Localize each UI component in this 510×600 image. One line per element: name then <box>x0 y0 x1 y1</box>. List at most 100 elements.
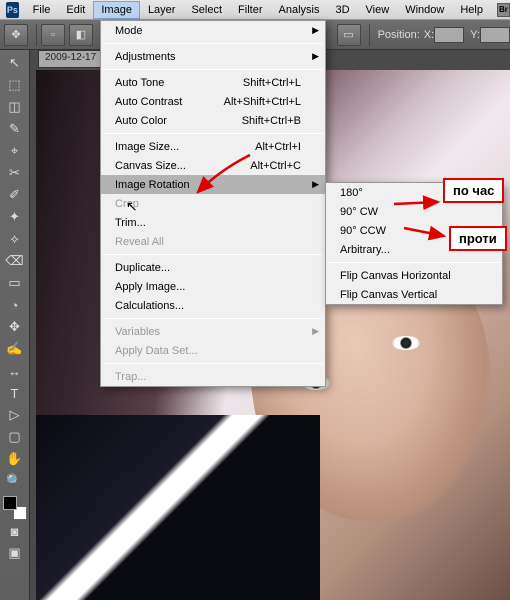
quick-mask-icon[interactable]: ◙ <box>3 520 27 542</box>
menu-item-trap: Trap... <box>101 367 325 386</box>
bridge-icon[interactable]: Br <box>497 3 510 17</box>
foreground-color-swatch[interactable] <box>3 496 17 510</box>
menu-item-duplicate[interactable]: Duplicate... <box>101 258 325 277</box>
menu-3d[interactable]: 3D <box>327 1 357 19</box>
tools-panel: ↖⬚◫✎⌖✂✐✦⟡⌫▭◔✥✍↔T▷▢✋🔍 ◙ ▣ <box>0 50 30 600</box>
menu-item-image-rotation[interactable]: Image Rotation ▶ <box>101 175 325 194</box>
document-tab[interactable]: 2009-12-17 <box>38 50 103 68</box>
menu-item-label: Auto Contrast <box>115 96 182 108</box>
menu-separator <box>103 69 323 70</box>
menu-item-label: Variables <box>115 326 160 338</box>
image-menu-dropdown: Mode▶Adjustments▶Auto ToneShift+Ctrl+LAu… <box>100 20 326 387</box>
tool-2[interactable]: ◫ <box>3 96 27 118</box>
tool-19[interactable]: 🔍 <box>3 470 27 492</box>
menu-item-flip-canvas-horizontal[interactable]: Flip Canvas Horizontal <box>326 266 502 285</box>
tool-0[interactable]: ↖ <box>3 52 27 74</box>
menu-separator <box>103 133 323 134</box>
menu-item-label: Adjustments <box>115 51 176 63</box>
position-y-input[interactable] <box>480 27 510 43</box>
menu-item-shortcut: Alt+Ctrl+I <box>255 141 301 153</box>
tool-15[interactable]: T <box>3 382 27 404</box>
app-icon: Ps <box>6 2 19 18</box>
tool-16[interactable]: ▷ <box>3 404 27 426</box>
tool-6[interactable]: ✐ <box>3 184 27 206</box>
menu-window[interactable]: Window <box>397 1 452 19</box>
tool-11[interactable]: ◔ <box>3 294 27 316</box>
menu-item-trim[interactable]: Trim... <box>101 213 325 232</box>
menu-item-flip-canvas-vertical[interactable]: Flip Canvas Vertical <box>326 285 502 304</box>
menu-item-label: Apply Image... <box>115 281 185 293</box>
menu-layer[interactable]: Layer <box>140 1 184 19</box>
tool-18[interactable]: ✋ <box>3 448 27 470</box>
menu-file[interactable]: File <box>25 1 59 19</box>
tool-10[interactable]: ▭ <box>3 272 27 294</box>
tool-9[interactable]: ⌫ <box>3 250 27 272</box>
menu-item-label: Reveal All <box>115 236 164 248</box>
menu-item-variables: Variables ▶ <box>101 322 325 341</box>
menu-select[interactable]: Select <box>183 1 230 19</box>
menu-filter[interactable]: Filter <box>230 1 270 19</box>
menu-item-label: Canvas Size... <box>115 160 186 172</box>
submenu-arrow-icon: ▶ <box>312 25 319 36</box>
menu-item-label: Auto Color <box>115 115 167 127</box>
menu-item-auto-contrast[interactable]: Auto ContrastAlt+Shift+Ctrl+L <box>101 92 325 111</box>
menu-item-label: Duplicate... <box>115 262 170 274</box>
annotation-ccw: проти <box>449 226 507 251</box>
tool-8[interactable]: ⟡ <box>3 228 27 250</box>
tool-13[interactable]: ✍ <box>3 338 27 360</box>
menu-analysis[interactable]: Analysis <box>271 1 328 19</box>
menu-item-label: Flip Canvas Vertical <box>340 289 437 301</box>
menu-item-reveal-all: Reveal All <box>101 232 325 251</box>
tool-1[interactable]: ⬚ <box>3 74 27 96</box>
menu-separator <box>103 43 323 44</box>
menu-item-label: Calculations... <box>115 300 184 312</box>
menu-item-adjustments[interactable]: Adjustments▶ <box>101 47 325 66</box>
color-swatches[interactable] <box>3 496 27 520</box>
menu-item-label: Flip Canvas Horizontal <box>340 270 451 282</box>
annotation-cw: по час <box>443 178 504 203</box>
x-label: X: <box>424 29 434 41</box>
menu-view[interactable]: View <box>358 1 398 19</box>
tool-12[interactable]: ✥ <box>3 316 27 338</box>
menu-item-label: Auto Tone <box>115 77 164 89</box>
menu-item-crop: Crop <box>101 194 325 213</box>
submenu-arrow-icon: ▶ <box>312 179 319 190</box>
menu-item-calculations[interactable]: Calculations... <box>101 296 325 315</box>
tool-4[interactable]: ⌖ <box>3 140 27 162</box>
menu-item-label: 90° CCW <box>340 225 386 237</box>
tool-7[interactable]: ✦ <box>3 206 27 228</box>
menu-item-canvas-size[interactable]: Canvas Size...Alt+Ctrl+C <box>101 156 325 175</box>
move-tool-preset-icon[interactable]: ✥ <box>4 24 28 46</box>
screen-mode-icon[interactable]: ▣ <box>3 542 27 564</box>
menu-item-image-size[interactable]: Image Size...Alt+Ctrl+I <box>101 137 325 156</box>
y-label: Y: <box>470 29 480 41</box>
tool-14[interactable]: ↔ <box>3 360 27 382</box>
tool-17[interactable]: ▢ <box>3 426 27 448</box>
menu-item-mode[interactable]: Mode ▶ <box>101 21 325 40</box>
position-x-input[interactable] <box>434 27 464 43</box>
opt-icon-3[interactable]: ▭ <box>337 24 361 46</box>
menu-item-apply-data-set: Apply Data Set... <box>101 341 325 360</box>
menu-item-shortcut: Shift+Ctrl+L <box>243 77 301 89</box>
submenu-arrow-icon: ▶ <box>312 326 319 337</box>
opt-icon-1[interactable]: ▫ <box>41 24 65 46</box>
menu-item-auto-color[interactable]: Auto ColorShift+Ctrl+B <box>101 111 325 130</box>
menu-item-90-cw[interactable]: 90° CW <box>326 202 502 221</box>
menu-image[interactable]: Image <box>93 1 140 19</box>
menu-item-auto-tone[interactable]: Auto Tone Shift+Ctrl+L <box>101 73 325 92</box>
menu-item-label: Image Rotation <box>115 179 190 191</box>
menu-item-label: Trim... <box>115 217 146 229</box>
tool-3[interactable]: ✎ <box>3 118 27 140</box>
menubar: Ps FileEditImageLayerSelectFilterAnalysi… <box>0 0 510 20</box>
menu-help[interactable]: Help <box>452 1 491 19</box>
menu-separator <box>103 363 323 364</box>
tool-5[interactable]: ✂ <box>3 162 27 184</box>
menu-item-label: 90° CW <box>340 206 378 218</box>
opt-icon-2[interactable]: ◧ <box>69 24 93 46</box>
menu-item-label: Trap... <box>115 371 146 383</box>
position-label: Position: <box>378 29 420 41</box>
menu-item-apply-image[interactable]: Apply Image... <box>101 277 325 296</box>
menu-edit[interactable]: Edit <box>58 1 93 19</box>
menu-item-label: Apply Data Set... <box>115 345 198 357</box>
menu-item-label: Mode <box>115 25 143 37</box>
